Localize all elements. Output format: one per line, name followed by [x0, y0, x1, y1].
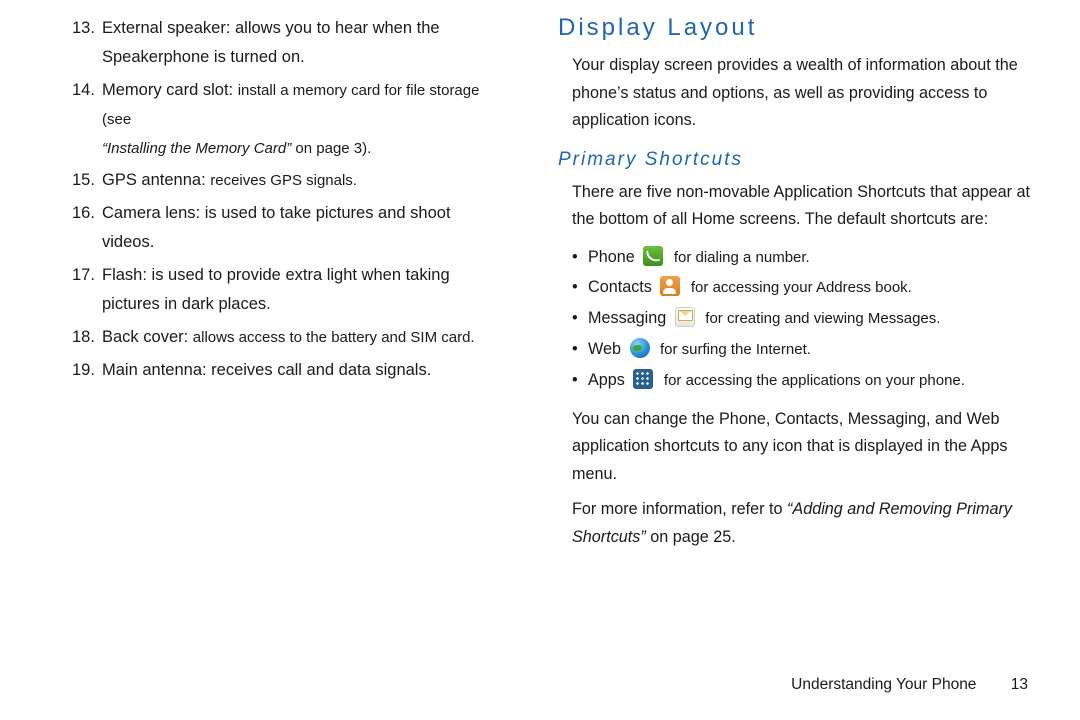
shortcut-name: Contacts [588, 278, 652, 296]
shortcuts-intro: There are five non-movable Application S… [558, 179, 1032, 234]
shortcut-desc: for dialing a number. [674, 249, 810, 266]
shortcut-desc: for accessing your Address book. [691, 279, 912, 296]
list-item: 17. Flash: is used to provide extra ligh… [72, 261, 504, 319]
item-term: External speaker [102, 19, 226, 37]
item-number: 15. [72, 166, 95, 195]
section-heading: Display Layout [558, 14, 1032, 42]
item-desc: is used to provide extra light when taki… [102, 266, 450, 313]
reference-paragraph: For more information, refer to “Adding a… [558, 496, 1032, 551]
item-term: GPS antenna [102, 171, 201, 189]
shortcut-desc: for surfing the Internet. [660, 341, 811, 358]
messaging-icon [675, 307, 695, 327]
item-term: Memory card slot [102, 81, 229, 99]
list-item: 19. Main antenna: receives call and data… [72, 356, 504, 385]
after-list-paragraph: You can change the Phone, Contacts, Mess… [558, 406, 1032, 489]
item-sep: : [196, 204, 205, 222]
list-item: 18. Back cover: allows access to the bat… [72, 323, 504, 352]
item-term: Flash [102, 266, 142, 284]
item-sep: : [201, 171, 210, 189]
shortcut-desc: for accessing the applications on your p… [664, 372, 965, 389]
shortcut-item-apps: Apps for accessing the applications on y… [572, 365, 1032, 396]
ref-before: For more information, refer to [572, 500, 787, 518]
item-term: Camera lens [102, 204, 196, 222]
item-desc: allows access to the battery and SIM car… [193, 329, 475, 346]
item-number: 14. [72, 76, 95, 105]
shortcut-desc: for creating and viewing Messages. [705, 310, 940, 327]
section-intro: Your display screen provides a wealth of… [558, 52, 1032, 135]
shortcut-item-contacts: Contacts for accessing your Address book… [572, 272, 1032, 303]
item-term: Back cover [102, 328, 184, 346]
shortcut-name: Messaging [588, 309, 666, 327]
footer-chapter: Understanding Your Phone [791, 676, 976, 693]
item-number: 19. [72, 356, 95, 385]
item-sep: : [142, 266, 151, 284]
shortcut-name: Phone [588, 248, 635, 266]
left-column: 13. External speaker: allows you to hear… [0, 0, 540, 720]
item-ref-after: on page 3). [291, 140, 371, 157]
item-desc: receives call and data signals. [211, 361, 431, 379]
list-item: 15. GPS antenna: receives GPS signals. [72, 166, 504, 195]
item-sep: : [202, 361, 211, 379]
item-subline: “Installing the Memory Card” on page 3). [102, 134, 504, 163]
shortcut-name: Web [588, 340, 621, 358]
item-ref-italic: “Installing the Memory Card” [102, 140, 291, 157]
web-icon [630, 338, 650, 358]
phone-icon [643, 246, 663, 266]
item-number: 16. [72, 199, 95, 228]
shortcut-list: Phone for dialing a number. Contacts for… [558, 242, 1032, 396]
footer-page-number: 13 [1011, 676, 1028, 693]
contacts-icon [660, 276, 680, 296]
list-item: 13. External speaker: allows you to hear… [72, 14, 504, 72]
item-sep: : [226, 19, 235, 37]
item-term: Main antenna [102, 361, 202, 379]
item-desc: receives GPS signals. [210, 172, 357, 189]
page: 13. External speaker: allows you to hear… [0, 0, 1080, 720]
subsection-heading: Primary Shortcuts [558, 149, 1032, 171]
right-column: Display Layout Your display screen provi… [540, 0, 1080, 720]
item-sep: : [229, 81, 238, 99]
item-sep: : [184, 328, 193, 346]
item-number: 17. [72, 261, 95, 290]
apps-icon [633, 369, 653, 389]
feature-list: 13. External speaker: allows you to hear… [72, 14, 504, 385]
shortcut-name: Apps [588, 371, 625, 389]
shortcut-item-web: Web for surfing the Internet. [572, 334, 1032, 365]
ref-after: on page 25. [646, 528, 736, 546]
shortcut-item-messaging: Messaging for creating and viewing Messa… [572, 303, 1032, 334]
item-number: 18. [72, 323, 95, 352]
list-item: 16. Camera lens: is used to take picture… [72, 199, 504, 257]
list-item: 14. Memory card slot: install a memory c… [72, 76, 504, 163]
page-footer: Understanding Your Phone 13 [791, 676, 1028, 694]
item-number: 13. [72, 14, 95, 43]
shortcut-item-phone: Phone for dialing a number. [572, 242, 1032, 273]
